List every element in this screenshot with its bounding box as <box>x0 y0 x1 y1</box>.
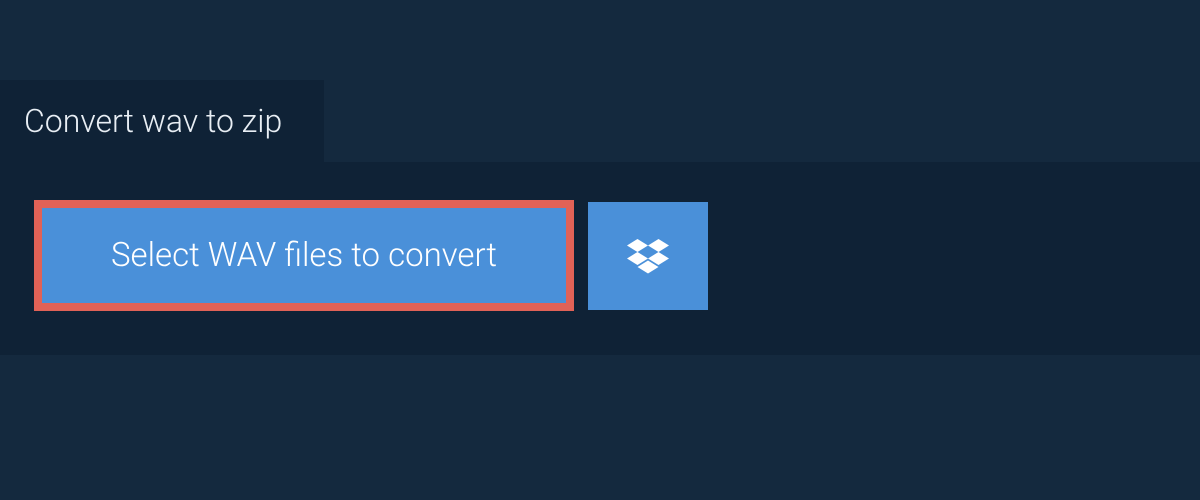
tab-label: Convert wav to zip <box>24 102 282 140</box>
tab-bar: Convert wav to zip <box>0 0 1200 162</box>
tab-convert-wav-to-zip[interactable]: Convert wav to zip <box>0 80 324 162</box>
select-files-label: Select WAV files to convert <box>111 236 497 275</box>
dropbox-icon <box>627 235 669 277</box>
select-files-button[interactable]: Select WAV files to convert <box>34 200 574 311</box>
action-panel: Select WAV files to convert <box>0 162 1200 355</box>
dropbox-button[interactable] <box>588 202 708 310</box>
